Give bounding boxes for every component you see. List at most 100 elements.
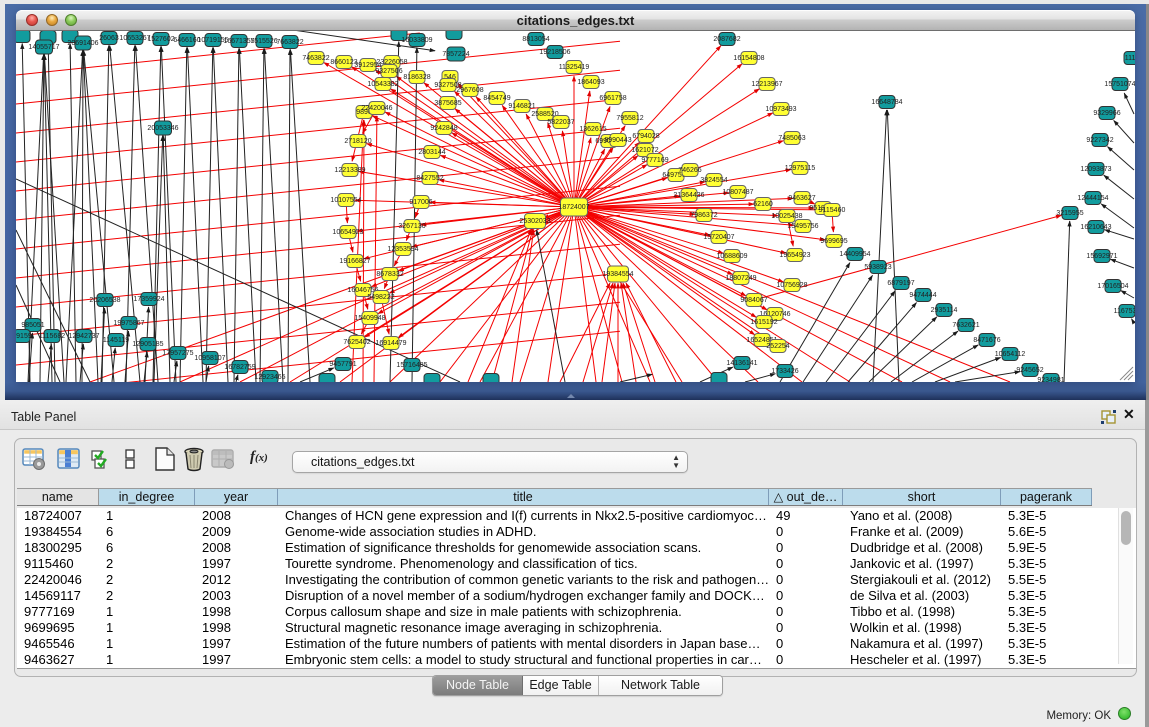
svg-text:18807249: 18807249 [725,275,756,282]
svg-text:3824554: 3824554 [700,177,727,184]
svg-text:9699695: 9699695 [820,238,847,245]
svg-text:1145119: 1145119 [103,337,129,344]
svg-text:62160: 62160 [753,201,773,208]
svg-text:1615192: 1615192 [750,319,777,326]
svg-text:5938923: 5938923 [864,264,891,271]
svg-text:7485063: 7485063 [778,135,805,142]
svg-text:10688609: 10688609 [716,253,747,260]
svg-text:12353594: 12353594 [387,246,418,253]
svg-text:10543382: 10543382 [367,81,398,88]
svg-text:9777169: 9777169 [641,157,668,164]
svg-text:7986372: 7986372 [690,212,717,219]
svg-text:9329966: 9329966 [1093,110,1120,117]
svg-text:26063: 26063 [99,35,119,42]
svg-text:2935114: 2935114 [931,307,958,314]
svg-text:3875685: 3875685 [434,100,461,107]
svg-text:746266: 746266 [678,167,701,174]
svg-text:7632621: 7632621 [952,322,979,329]
svg-text:11325419: 11325419 [559,64,590,71]
svg-text:9084067: 9084067 [740,297,767,304]
svg-text:18724007: 18724007 [558,204,589,211]
svg-text:6794028: 6794028 [632,133,659,140]
svg-text:7463822: 7463822 [302,55,329,62]
svg-text:6961758: 6961758 [599,95,626,102]
svg-text:8186328: 8186328 [403,74,430,81]
svg-text:9146821: 9146821 [508,103,535,110]
svg-text:1527602: 1527602 [147,36,174,43]
svg-text:1733426: 1733426 [771,368,798,375]
svg-text:17016504: 17016504 [1097,283,1128,290]
svg-text:12942737: 12942737 [68,333,99,340]
svg-text:2967608: 2967608 [456,87,483,94]
svg-text:16648784: 16648784 [871,99,902,106]
svg-text:7625402: 7625402 [343,339,370,346]
svg-text:25302033: 25302033 [519,218,550,225]
svg-text:9115460: 9115460 [819,207,846,214]
svg-text:1115682: 1115682 [39,333,65,340]
svg-text:19975867: 19975867 [113,320,144,327]
svg-text:10973493: 10973493 [765,106,796,113]
svg-text:6879197: 6879197 [887,280,914,287]
svg-text:10654112: 10654112 [995,351,1026,358]
svg-text:8454749: 8454749 [483,95,510,102]
svg-text:21364436: 21364436 [673,192,704,199]
svg-text:10807487: 10807487 [722,189,753,196]
svg-text:20206538: 20206538 [89,297,120,304]
svg-text:9463627: 9463627 [788,195,815,202]
svg-text:1112: 1112 [1125,55,1135,62]
svg-text:20053346: 20053346 [147,125,178,132]
svg-text:12444154: 12444154 [1077,195,1108,202]
svg-text:5498222: 5498222 [367,294,394,301]
svg-text:2087682: 2087682 [713,36,740,43]
svg-text:17359924: 17359924 [133,296,164,303]
svg-text:5822037: 5822037 [547,119,574,126]
svg-text:19166827: 19166827 [339,258,370,265]
svg-text:12213389: 12213389 [334,167,365,174]
svg-text:1362615: 1362615 [579,126,606,133]
svg-text:15751074: 15751074 [1104,81,1135,88]
svg-text:14136141: 14136141 [726,360,757,367]
svg-text:16154808: 16154808 [733,55,764,62]
svg-text:917006: 917006 [409,199,432,206]
svg-text:2803144: 2803144 [418,149,445,156]
svg-text:19654923: 19654923 [779,252,810,259]
svg-text:985051: 985051 [21,322,44,329]
svg-text:12975115: 12975115 [785,165,816,172]
svg-text:19218506: 19218506 [539,49,570,56]
svg-text:2718120: 2718120 [344,138,371,145]
svg-text:15716485: 15716485 [396,362,427,369]
svg-text:19384554: 19384554 [602,271,633,278]
svg-text:12093873: 12093873 [1080,166,1111,173]
svg-text:9242848: 9242848 [430,125,457,132]
svg-text:1167534: 1167534 [1114,308,1135,315]
svg-text:8427552: 8427552 [416,175,443,182]
svg-text:8678332: 8678332 [376,271,403,278]
svg-text:1864093: 1864093 [577,79,604,86]
svg-text:15409948: 15409948 [354,315,385,322]
svg-text:10654923: 10654923 [332,229,363,236]
svg-text:12905185: 12905185 [132,341,163,348]
svg-text:10958107: 10958107 [194,355,225,362]
svg-text:15495756: 15495756 [787,223,818,230]
svg-text:9234981: 9234981 [1037,377,1064,382]
svg-text:252254: 252254 [766,343,789,350]
svg-text:3215955: 3215955 [1056,210,1083,217]
svg-text:9327506: 9327506 [375,68,402,75]
svg-text:16033809: 16033809 [401,37,432,44]
svg-text:39159: 39159 [16,333,32,340]
svg-text:15720407: 15720407 [703,234,734,241]
svg-text:7515526: 7515526 [250,38,277,45]
svg-text:17957275: 17957275 [162,350,193,357]
svg-text:9227342: 9227342 [1086,137,1113,144]
svg-text:20691406: 20691406 [67,40,98,47]
svg-text:16914479: 16914479 [375,340,406,347]
svg-text:10756928: 10756928 [776,282,807,289]
svg-text:22420046: 22420046 [361,105,392,112]
svg-text:7857224: 7857224 [442,51,469,58]
svg-text:10653267: 10653267 [119,35,150,42]
svg-text:7663822: 7663822 [276,39,303,46]
svg-text:12213967: 12213967 [751,81,782,88]
svg-text:8990443: 8990443 [604,137,631,144]
svg-text:14409954: 14409954 [839,251,870,258]
svg-text:16210643: 16210643 [1080,224,1111,231]
